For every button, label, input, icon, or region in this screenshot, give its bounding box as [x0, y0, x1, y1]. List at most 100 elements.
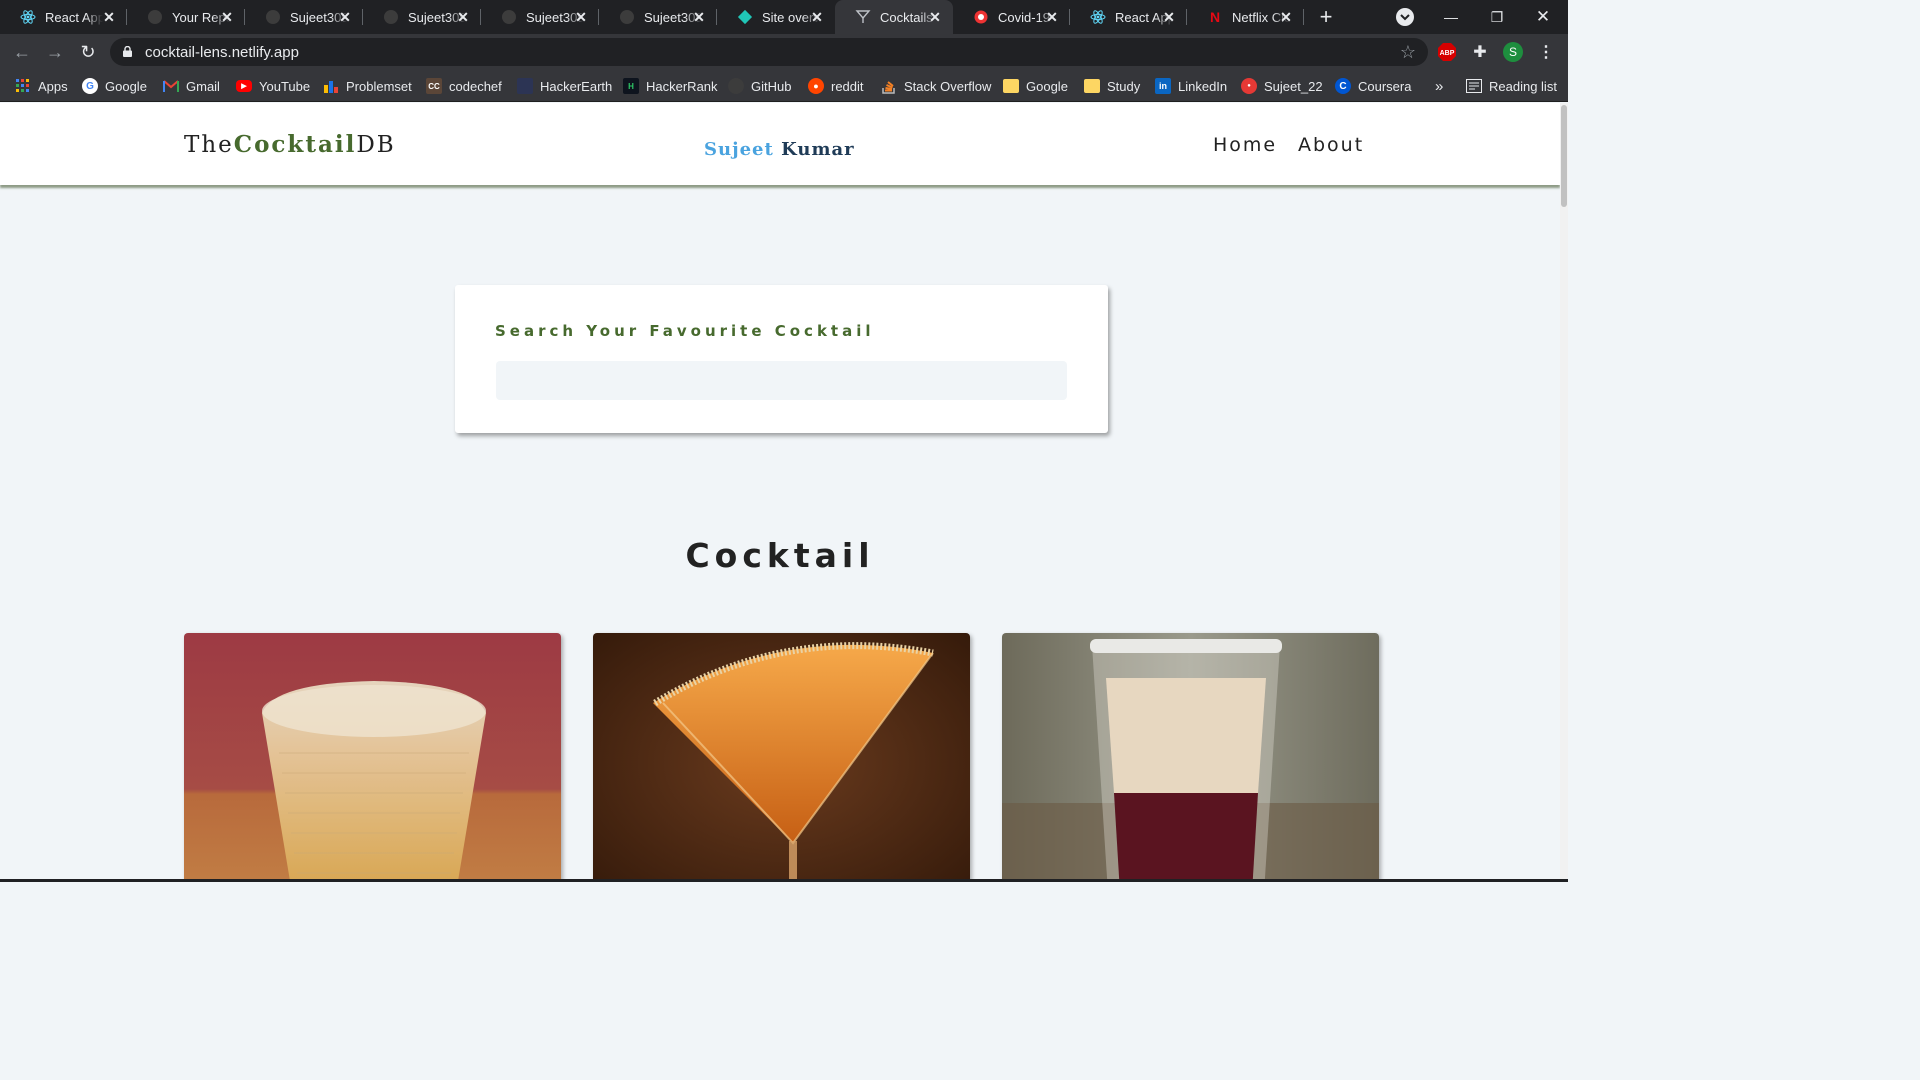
github-icon: [619, 9, 635, 25]
bookmark-label: Gmail: [186, 78, 220, 94]
nav-link-home[interactable]: Home: [1213, 134, 1277, 156]
search-form: Search Your Favourite Cocktail: [455, 285, 1108, 433]
more-bookmarks-button[interactable]: »: [1435, 76, 1443, 96]
bookmark-problemset[interactable]: Problemset: [323, 76, 412, 96]
bookmark-label: Google: [1026, 78, 1068, 94]
bookmark-stack-overflow[interactable]: Stack Overflow: [881, 76, 991, 96]
reading-list-icon: [1466, 78, 1482, 94]
bookmark-linkedin[interactable]: in LinkedIn: [1155, 76, 1227, 96]
folder-icon: [1084, 79, 1100, 93]
bookmark-label: HackerEarth: [540, 78, 613, 94]
bookmark-google[interactable]: G Google: [82, 76, 147, 96]
bookmarks-bar: Apps G Google Gmail ▶ YouTube Problemset…: [0, 70, 1568, 102]
reload-icon[interactable]: ↻: [76, 40, 100, 64]
bookmark-label: Coursera: [1358, 78, 1412, 94]
tab-covid-19[interactable]: Covid-19 ✕: [953, 0, 1070, 34]
close-tab-icon[interactable]: ✕: [219, 9, 235, 25]
close-tab-icon[interactable]: ✕: [809, 9, 825, 25]
address-bar[interactable]: cocktail-lens.netlify.app ☆: [110, 38, 1428, 66]
bookmark-youtube[interactable]: ▶ YouTube: [236, 76, 310, 96]
profile-avatar[interactable]: S: [1503, 42, 1523, 62]
close-tab-icon[interactable]: ✕: [927, 9, 943, 25]
url-text: cocktail-lens.netlify.app: [145, 44, 299, 61]
bookmark-apps[interactable]: Apps: [15, 76, 68, 96]
gmail-icon: [163, 78, 179, 94]
bookmark-label: Study: [1107, 78, 1141, 94]
page-scrollbar[interactable]: [1560, 103, 1568, 882]
bookmark-label: HackerRank: [646, 78, 718, 94]
bookmark-coursera[interactable]: C Coursera: [1335, 76, 1411, 96]
logo-highlight: Cocktail: [233, 131, 357, 158]
github-icon: [383, 9, 399, 25]
tab-react-app[interactable]: React App ✕: [0, 0, 127, 34]
restore-icon[interactable]: ❐: [1474, 0, 1520, 34]
close-window-icon[interactable]: ✕: [1520, 0, 1566, 34]
close-tab-icon[interactable]: ✕: [337, 9, 353, 25]
bookmark-hackerrank[interactable]: H HackerRank: [623, 76, 718, 96]
bookmark-gmail[interactable]: Gmail: [163, 76, 220, 96]
close-tab-icon[interactable]: ✕: [1278, 9, 1294, 25]
bar-chart-icon: [323, 78, 339, 94]
react-icon: [1090, 9, 1106, 25]
tab-sujeet-1[interactable]: Sujeet309 ✕: [245, 0, 363, 34]
cocktail-card[interactable]: [593, 633, 970, 882]
tab-react-app-2[interactable]: React App ✕: [1070, 0, 1187, 34]
section-title: Cocktail: [685, 536, 875, 575]
close-tab-icon[interactable]: ✕: [455, 9, 471, 25]
reading-list-button[interactable]: Reading list: [1466, 76, 1557, 96]
search-input[interactable]: [496, 361, 1067, 400]
hackerrank-icon: H: [623, 78, 639, 94]
close-tab-icon[interactable]: ✕: [691, 9, 707, 25]
forward-icon[interactable]: →: [43, 40, 67, 64]
close-tab-icon[interactable]: ✕: [1161, 9, 1177, 25]
bookmark-codechef[interactable]: CC codechef: [426, 76, 502, 96]
tab-netflix-clone[interactable]: N Netflix Clone ✕: [1187, 0, 1304, 34]
tab-sujeet-3[interactable]: Sujeet309 ✕: [481, 0, 599, 34]
bookmark-label: Stack Overflow: [904, 78, 992, 94]
tab-sujeet-4[interactable]: Sujeet309 ✕: [599, 0, 717, 34]
bookmark-label: Apps: [38, 78, 68, 94]
browser-toolbar: ← → ↻ cocktail-lens.netlify.app ☆ ABP ✚ …: [0, 34, 1568, 70]
bookmark-reddit[interactable]: ● reddit: [808, 76, 864, 96]
menu-kebab-icon[interactable]: ⋮: [1536, 42, 1556, 62]
bookmark-github[interactable]: GitHub: [728, 76, 791, 96]
site-navbar: TheCocktailDB Sujeet Kumar Home About: [0, 103, 1560, 185]
bookmark-label: LinkedIn: [1178, 78, 1228, 94]
bookmark-sujeet-22[interactable]: ● Sujeet_22: [1241, 76, 1323, 96]
cocktail-image: [593, 633, 970, 882]
tab-your-repositories[interactable]: Your Repositories ✕: [127, 0, 245, 34]
cocktail-image: [184, 633, 561, 882]
extensions-puzzle-icon[interactable]: ✚: [1470, 42, 1490, 62]
tab-cocktails[interactable]: Cocktails ✕: [835, 0, 953, 34]
close-tab-icon[interactable]: ✕: [1044, 9, 1060, 25]
covid-icon: [973, 9, 989, 25]
logo-prefix: The: [184, 132, 234, 158]
bookmark-folder-google[interactable]: Google: [1003, 76, 1068, 96]
close-tab-icon[interactable]: ✕: [101, 9, 117, 25]
scrollbar-thumb[interactable]: [1561, 105, 1567, 207]
cocktail-card[interactable]: [1002, 633, 1379, 882]
github-icon: [147, 9, 163, 25]
logo-suffix: DB: [356, 132, 396, 158]
new-tab-button[interactable]: +: [1314, 5, 1338, 29]
minimize-icon[interactable]: —: [1428, 0, 1474, 34]
bookmark-label: codechef: [449, 78, 502, 94]
bookmark-label: Google: [105, 78, 147, 94]
nav-link-about[interactable]: About: [1298, 134, 1364, 156]
bookmark-hackerearth[interactable]: HackerEarth: [517, 76, 612, 96]
back-icon[interactable]: ←: [10, 40, 34, 64]
close-tab-icon[interactable]: ✕: [573, 9, 589, 25]
adblock-icon[interactable]: ABP: [1437, 42, 1457, 62]
site-logo[interactable]: TheCocktailDB: [184, 131, 396, 158]
netflix-icon: N: [1209, 9, 1221, 25]
react-icon: [20, 9, 36, 25]
tab-search-icon[interactable]: [1396, 8, 1414, 26]
bookmark-label: Sujeet_22: [1264, 78, 1323, 94]
github-icon: [265, 9, 281, 25]
cocktail-card[interactable]: [184, 633, 561, 882]
tab-sujeet-2[interactable]: Sujeet309 ✕: [363, 0, 481, 34]
tab-site-overview[interactable]: Site overview ✕: [717, 0, 835, 34]
bookmark-folder-study[interactable]: Study: [1084, 76, 1140, 96]
bookmark-star-icon[interactable]: ☆: [1400, 42, 1416, 63]
lock-icon: [123, 46, 132, 57]
